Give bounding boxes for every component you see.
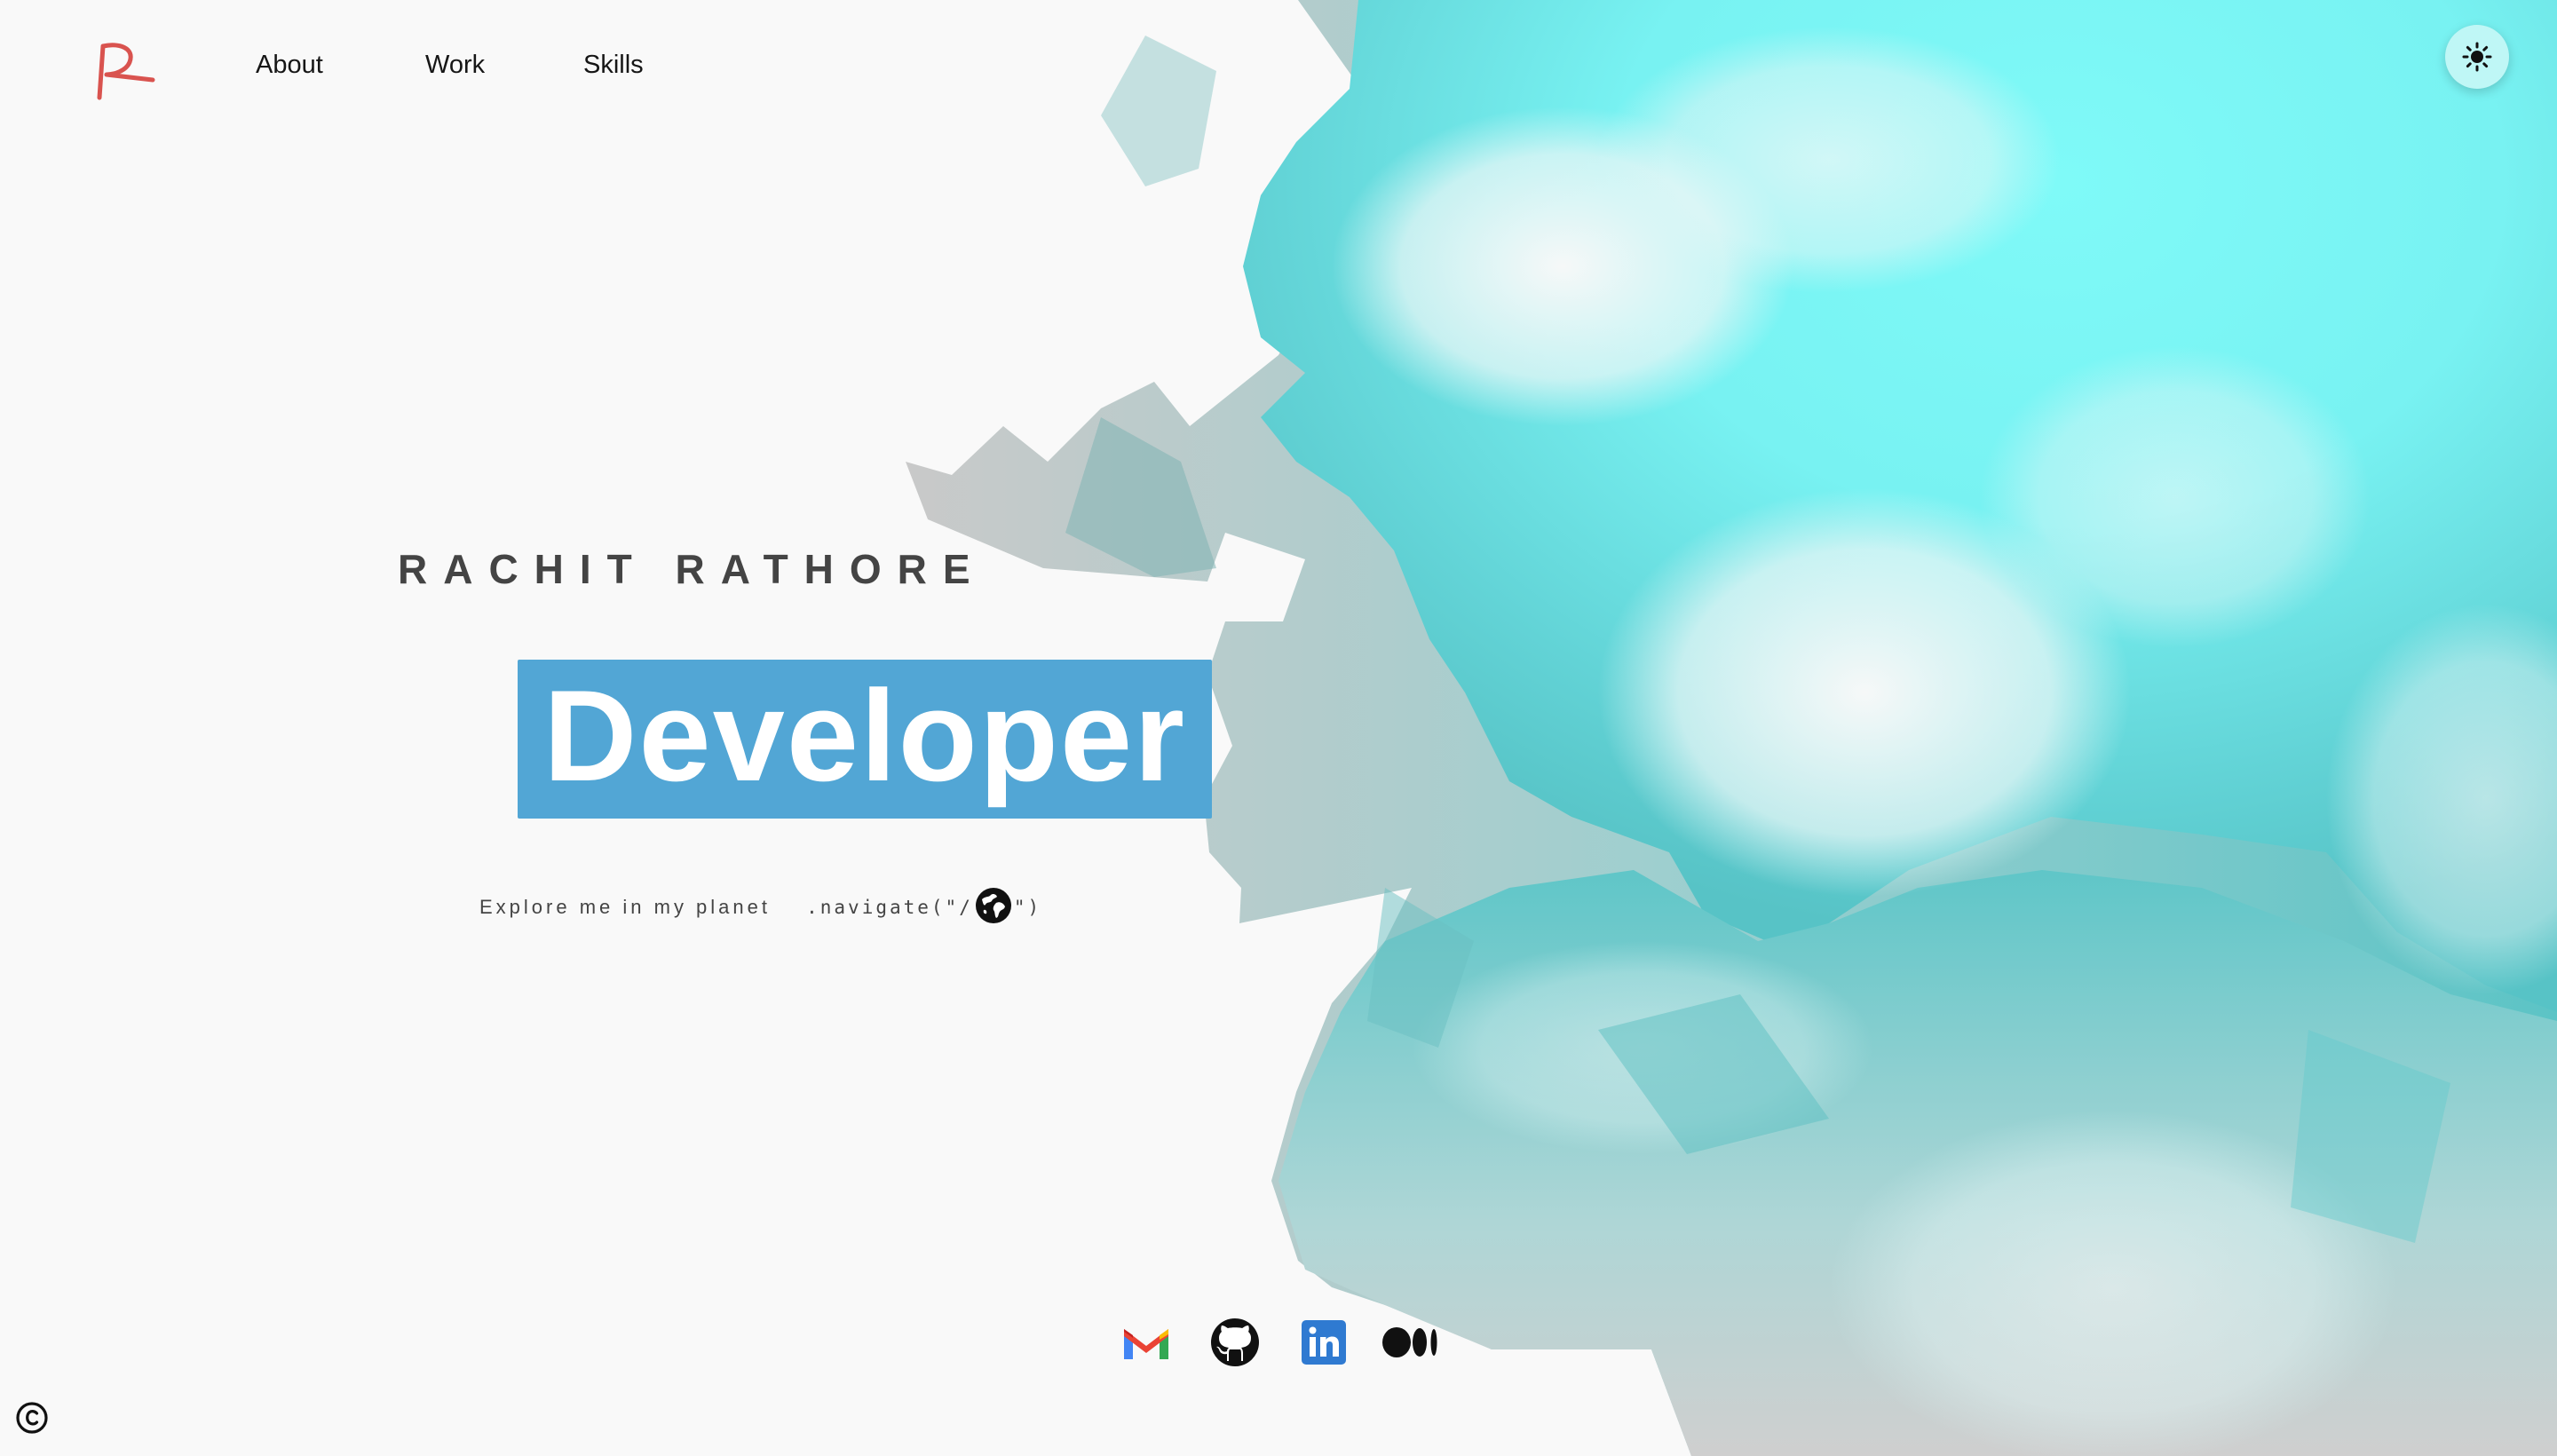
globe-icon[interactable] xyxy=(975,887,1012,924)
copyright-icon[interactable] xyxy=(15,1401,49,1435)
linkedin-icon[interactable] xyxy=(1298,1317,1350,1368)
medium-icon[interactable] xyxy=(1381,1317,1440,1368)
sun-icon xyxy=(2462,42,2492,72)
hero-name: RACHIT RATHORE xyxy=(398,546,986,592)
role-highlight: Developer xyxy=(518,660,1212,819)
nav-link-work[interactable]: Work xyxy=(425,48,485,82)
navigate-code: .navigate("/ ") xyxy=(806,887,1042,927)
gmail-icon[interactable] xyxy=(1120,1317,1172,1368)
r-logo-icon[interactable] xyxy=(94,41,156,103)
navigate-prefix: .navigate("/ xyxy=(806,897,973,918)
explore-line: Explore me in my planet .navigate("/ ") xyxy=(479,887,1042,927)
navigate-suffix: ") xyxy=(1013,897,1042,918)
role-text: Developer xyxy=(543,662,1186,808)
theme-toggle-button[interactable] xyxy=(2445,25,2509,89)
explore-text: Explore me in my planet xyxy=(479,896,771,918)
nav-link-skills[interactable]: Skills xyxy=(583,48,644,82)
github-icon[interactable] xyxy=(1209,1317,1261,1368)
planet-artwork[interactable] xyxy=(0,0,2557,1456)
nav-link-about[interactable]: About xyxy=(256,48,323,82)
